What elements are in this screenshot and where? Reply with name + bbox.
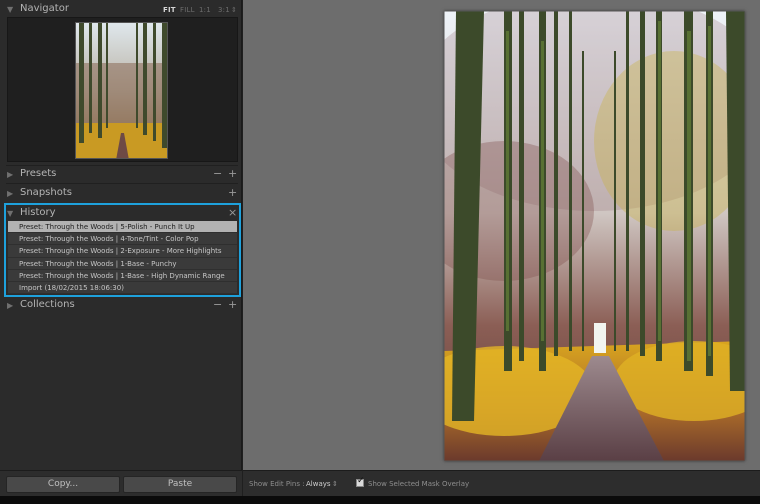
panel-empty-space <box>4 313 238 470</box>
forest-photo-image <box>444 11 745 461</box>
navigator-title: Navigator <box>20 3 69 14</box>
minus-icon[interactable]: − <box>213 167 222 180</box>
presets-header[interactable]: ▶ Presets − + <box>0 166 242 184</box>
navigator-thumbnail[interactable] <box>75 22 168 159</box>
history-highlight-box <box>4 203 241 297</box>
snapshots-header[interactable]: ▶ Snapshots + <box>0 185 242 203</box>
checkmark-icon: ✓ <box>357 476 365 486</box>
zoom-fill[interactable]: FILL <box>180 6 195 14</box>
collections-title: Collections <box>20 299 75 310</box>
forest-photo[interactable] <box>444 11 745 461</box>
forest-thumbnail-image <box>76 23 167 158</box>
presets-title: Presets <box>20 168 57 179</box>
zoom-1-1[interactable]: 1:1 <box>199 6 211 14</box>
snapshots-title: Snapshots <box>20 187 72 198</box>
updown-arrows-icon[interactable]: ⇕ <box>231 6 237 14</box>
plus-icon[interactable]: + <box>228 186 237 199</box>
main-canvas[interactable] <box>243 0 760 470</box>
copy-button[interactable]: Copy... <box>6 476 120 493</box>
left-panel: ▼ Navigator FIT FILL 1:1 3:1 ⇕ ▶ Presets… <box>0 0 242 470</box>
expand-triangle-icon[interactable]: ▶ <box>7 301 13 310</box>
paste-button[interactable]: Paste <box>123 476 237 493</box>
status-strip <box>0 496 760 504</box>
mask-overlay-checkbox[interactable]: ✓ <box>356 476 365 487</box>
navigator-preview[interactable] <box>7 17 238 162</box>
expand-triangle-icon[interactable]: ▶ <box>7 170 13 179</box>
collapse-triangle-icon[interactable]: ▼ <box>7 5 13 14</box>
plus-icon[interactable]: + <box>228 298 237 311</box>
plus-icon[interactable]: + <box>228 167 237 180</box>
minus-icon[interactable]: − <box>213 298 222 311</box>
edit-pins-select[interactable]: Always <box>306 480 331 488</box>
zoom-3-1[interactable]: 3:1 <box>218 6 230 14</box>
edit-pins-label: Show Edit Pins : <box>249 480 305 488</box>
expand-triangle-icon[interactable]: ▶ <box>7 189 13 198</box>
updown-arrows-icon[interactable]: ⇕ <box>332 480 338 488</box>
left-bottom-bar: Copy... Paste <box>0 470 242 496</box>
toolbar: Show Edit Pins : Always ⇕ ✓ Show Selecte… <box>243 470 760 496</box>
zoom-fit[interactable]: FIT <box>163 6 176 14</box>
mask-overlay-label[interactable]: Show Selected Mask Overlay <box>368 480 469 488</box>
divider <box>6 183 238 184</box>
